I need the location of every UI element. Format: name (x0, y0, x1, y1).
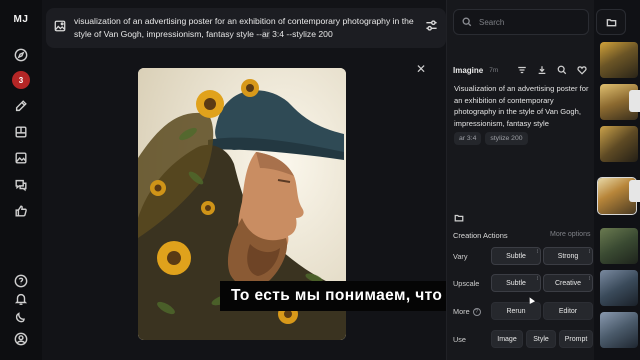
use-image-button[interactable]: Image (491, 330, 523, 348)
use-label-text: Use (453, 335, 466, 344)
explore-icon[interactable] (12, 46, 30, 64)
more-label-text: More (453, 307, 470, 316)
editor-label: Editor (558, 307, 578, 315)
detail-actions (516, 64, 587, 75)
details-panel: Search Imagine 7m Visualization of an ad… (446, 0, 594, 360)
use-image-label: Image (497, 335, 517, 343)
search-box[interactable]: Search (453, 9, 589, 35)
account-icon[interactable] (12, 330, 30, 348)
search-icon (462, 17, 472, 27)
parameter-tags: ar 3:4 stylize 200 (454, 132, 528, 145)
vary-strong-button[interactable]: Strong ⁞ (543, 247, 593, 265)
vary-subtle-label: Subtle (506, 252, 526, 260)
app-logo[interactable]: MJ (0, 14, 42, 25)
expand-tab[interactable] (629, 90, 640, 112)
moon-icon[interactable] (12, 308, 30, 326)
upscale-label: Upscale (453, 279, 479, 288)
search-input[interactable]: Search (479, 18, 504, 27)
thumbnail[interactable] (600, 312, 638, 348)
use-style-label: Style (533, 335, 549, 343)
shortcut-marker-icon: ⁞ (588, 249, 590, 255)
prompt-text-params: 3:4 --stylize 200 (269, 29, 333, 39)
tag-stylize[interactable]: stylize 200 (485, 132, 528, 145)
shortcut-marker-icon: ⁞ (588, 276, 590, 282)
left-nav-rail: MJ 3 (0, 0, 42, 360)
download-icon[interactable] (536, 64, 547, 75)
prompt-text-highlight: ar (262, 29, 270, 39)
editor-button[interactable]: Editor (543, 302, 593, 320)
close-icon[interactable]: ✕ (414, 62, 428, 76)
shortcut-marker-icon: ⁞ (536, 276, 538, 282)
expand-tab[interactable] (629, 180, 640, 202)
prompt-text[interactable]: visualization of an advertising poster f… (74, 15, 425, 41)
upscale-creative-label: Creative (554, 279, 582, 287)
prompt-text-main: visualization of an advertising poster f… (74, 16, 414, 39)
upscale-label-text: Upscale (453, 279, 480, 288)
use-label: Use (453, 335, 466, 344)
upscale-subtle-button[interactable]: Subtle ⁞ (491, 274, 541, 292)
creation-actions-title: Creation Actions (453, 231, 508, 240)
help-icon[interactable] (12, 272, 30, 290)
vary-label: Vary (453, 252, 467, 261)
more-label: More? (453, 307, 481, 316)
options-menu-icon[interactable] (516, 64, 527, 75)
image-viewer: visualization of an advertising poster f… (42, 0, 454, 360)
upscale-subtle-label: Subtle (506, 279, 526, 287)
settings-sliders-icon[interactable] (425, 19, 438, 37)
image-icon[interactable] (12, 149, 30, 167)
tag-aspect-ratio[interactable]: ar 3:4 (454, 132, 482, 145)
thumbnail[interactable] (600, 270, 638, 306)
vary-label-text: Vary (453, 252, 468, 261)
rerun-label: Rerun (506, 307, 526, 315)
prompt-description: Visualization of an advertising poster f… (454, 84, 589, 128)
use-prompt-label: Prompt (564, 335, 588, 343)
use-prompt-button[interactable]: Prompt (559, 330, 593, 348)
use-style-button[interactable]: Style (526, 330, 556, 348)
vary-strong-label: Strong (557, 252, 579, 260)
organize-icon[interactable] (12, 123, 30, 141)
bell-icon[interactable] (12, 290, 30, 308)
detail-header: Imagine 7m (453, 63, 591, 77)
detail-mode: Imagine (453, 65, 484, 75)
info-icon[interactable]: ? (472, 307, 481, 316)
create-icon[interactable] (12, 97, 30, 115)
heart-icon[interactable] (576, 64, 587, 75)
folder-icon (606, 18, 616, 26)
image-prompt-icon[interactable] (54, 19, 66, 37)
thumbnail[interactable] (600, 42, 638, 78)
folder-icon[interactable] (454, 210, 464, 222)
thumbnail[interactable] (600, 126, 638, 162)
notification-badge[interactable]: 3 (12, 71, 30, 89)
thumbnail[interactable] (600, 228, 638, 264)
vary-subtle-button[interactable]: Subtle ⁞ (491, 247, 541, 265)
video-subtitle: То есть мы понимаем, что (220, 281, 454, 311)
rerun-button[interactable]: Rerun (491, 302, 541, 320)
detail-age: 7m (489, 66, 499, 74)
chat-icon[interactable] (12, 176, 30, 194)
zoom-search-icon[interactable] (556, 64, 567, 75)
like-icon[interactable] (12, 202, 30, 220)
upscale-creative-button[interactable]: Creative ⁞ (543, 274, 593, 292)
prompt-bar[interactable]: visualization of an advertising poster f… (46, 8, 446, 48)
more-options-link[interactable]: More options (550, 231, 590, 238)
shortcut-marker-icon: ⁞ (536, 249, 538, 255)
folder-button[interactable] (596, 9, 626, 35)
